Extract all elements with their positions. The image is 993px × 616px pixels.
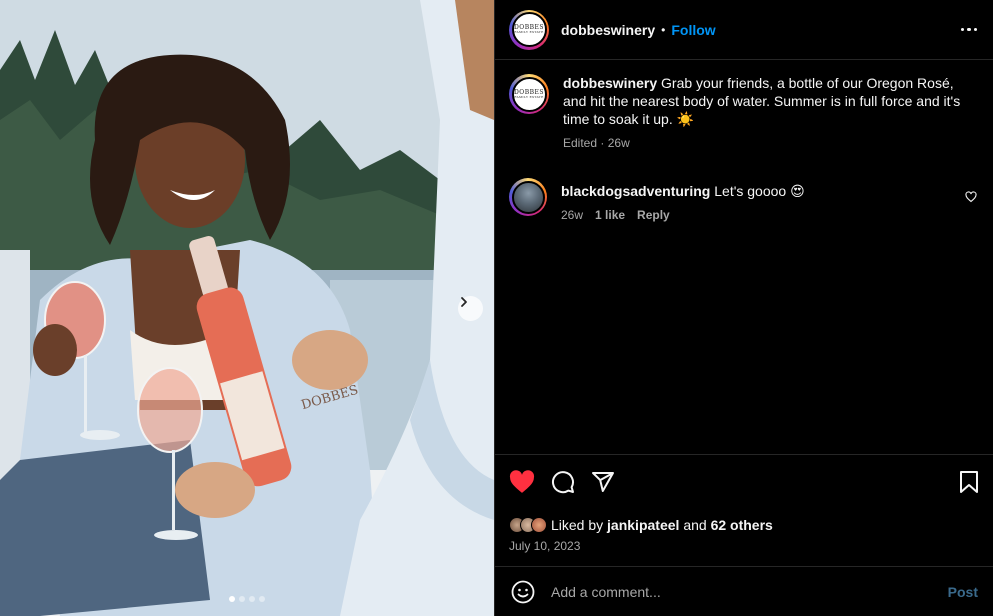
- dobbes-logo: DOBBES FAMILY ESTATE: [511, 12, 547, 47]
- comment-text: Let's goooo 😍: [714, 183, 805, 199]
- caption-age[interactable]: 26w: [608, 136, 630, 150]
- bookmark-icon[interactable]: [958, 470, 980, 494]
- post-date: July 10, 2023: [509, 539, 581, 553]
- liker-username[interactable]: jankipateel: [607, 517, 679, 533]
- reply-button[interactable]: Reply: [637, 206, 670, 224]
- meta-separator: ·: [600, 136, 605, 150]
- comment-input[interactable]: [551, 583, 948, 600]
- comment-age[interactable]: 26w: [561, 206, 583, 224]
- header-separator: •: [661, 22, 666, 37]
- follow-button[interactable]: Follow: [671, 22, 715, 38]
- carousel-indicator: [229, 596, 265, 602]
- post-details-panel: DOBBES FAMILY ESTATE dobbeswinery • Follo…: [494, 0, 993, 616]
- comment-like-icon[interactable]: [965, 190, 977, 208]
- carousel-dot: [239, 596, 245, 602]
- carousel-dot: [229, 596, 235, 602]
- like-heart-icon[interactable]: [509, 470, 535, 494]
- comment-composer: Post: [495, 566, 993, 616]
- commenter-avatar[interactable]: [509, 178, 547, 216]
- post-photo[interactable]: DOBBES: [0, 0, 494, 616]
- emoji-icon[interactable]: [511, 580, 535, 604]
- caption-meta: Edited · 26w: [563, 134, 977, 152]
- caption-author-avatar[interactable]: DOBBES FAMILY ESTATE: [509, 74, 549, 114]
- post-actions: Liked by jankipateel and 62 others July …: [495, 454, 993, 553]
- dobbes-logo: DOBBES FAMILY ESTATE: [511, 76, 547, 112]
- comments-section: DOBBES FAMILY ESTATE dobbeswinery Grab yo…: [495, 60, 993, 454]
- liked-by-prefix: Liked by: [551, 517, 604, 533]
- comment-likes-link[interactable]: 1 like: [595, 206, 625, 224]
- post-header: DOBBES FAMILY ESTATE dobbeswinery • Follo…: [495, 0, 993, 60]
- comment-icon[interactable]: [551, 470, 575, 494]
- post-comment-button[interactable]: Post: [948, 584, 978, 600]
- author-avatar[interactable]: DOBBES FAMILY ESTATE: [509, 9, 549, 50]
- comment-username[interactable]: blackdogsadventuring: [561, 183, 710, 199]
- next-photo-button[interactable]: [458, 296, 483, 321]
- photo-illustration: DOBBES: [0, 0, 494, 616]
- author-username[interactable]: dobbeswinery: [561, 22, 655, 38]
- comment-meta: 26w 1 like Reply: [561, 206, 957, 224]
- edited-label: Edited: [563, 136, 598, 150]
- liker-avatars: [509, 517, 547, 533]
- more-options-icon[interactable]: [960, 27, 977, 32]
- comment-item: blackdogsadventuring Let's goooo 😍 26w 1…: [509, 178, 977, 224]
- carousel-dot: [249, 596, 255, 602]
- liked-by-connector: and: [683, 517, 707, 533]
- caption-username[interactable]: dobbeswinery: [563, 75, 657, 91]
- share-icon[interactable]: [591, 470, 615, 494]
- caption: DOBBES FAMILY ESTATE dobbeswinery Grab yo…: [509, 74, 977, 152]
- likes-others-link[interactable]: 62 others: [711, 517, 773, 533]
- carousel-dot: [259, 596, 265, 602]
- chevron-right-icon: [461, 297, 467, 307]
- likes-summary: Liked by jankipateel and 62 others: [509, 517, 980, 533]
